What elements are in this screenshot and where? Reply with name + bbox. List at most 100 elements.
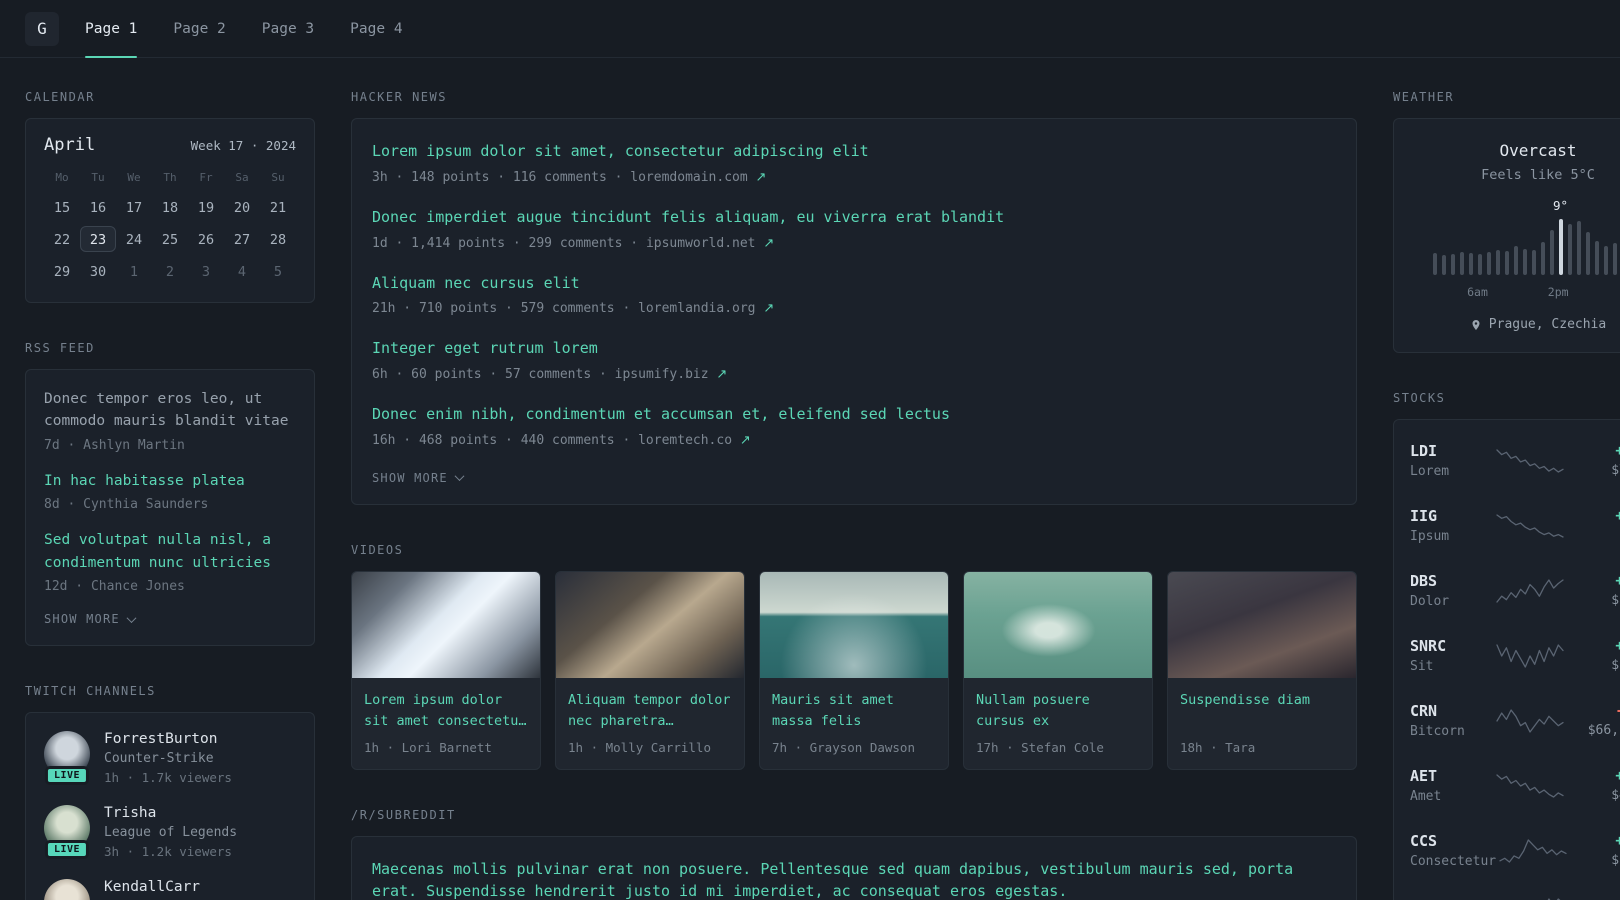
- stock-row[interactable]: AHS +0.46%: [1410, 883, 1620, 900]
- hn-item-title[interactable]: Lorem ipsum dolor sit amet, consectetur …: [372, 141, 1336, 163]
- external-link-icon[interactable]: ↗: [740, 433, 751, 448]
- weekday-label: Fr: [199, 171, 213, 184]
- hn-item-title[interactable]: Donec enim nibh, condimentum et accumsan…: [372, 404, 1336, 426]
- chevron-down-icon: [126, 612, 137, 623]
- video-thumbnail[interactable]: [556, 571, 744, 678]
- stock-name: Sit: [1410, 659, 1434, 674]
- calendar-day[interactable]: 24: [116, 226, 152, 252]
- tab-page-1[interactable]: Page 1: [85, 0, 138, 58]
- external-link-icon[interactable]: ↗: [763, 236, 774, 251]
- video-thumbnail[interactable]: [352, 571, 540, 678]
- stock-row[interactable]: IIG Ipsum +2.84% $42.04: [1410, 493, 1620, 558]
- subreddit-post-title[interactable]: Maecenas mollis pulvinar erat non posuer…: [372, 859, 1336, 900]
- twitch-channel-name[interactable]: ForrestBurton: [104, 731, 232, 747]
- twitch-channel-row: LIVE ForrestBurton Counter-Strike 1h · 1…: [44, 731, 296, 786]
- stock-name: Amet: [1410, 789, 1442, 804]
- hn-item-domain[interactable]: loremlandia.org: [638, 301, 755, 316]
- stock-row[interactable]: LDI Lorem +4.35% $795.18: [1410, 428, 1620, 493]
- calendar-day[interactable]: 28: [260, 226, 296, 252]
- calendar-day[interactable]: 2: [152, 258, 188, 284]
- stock-row[interactable]: DBS Dolor +1.42% $156.28: [1410, 558, 1620, 623]
- calendar-day[interactable]: 21: [260, 194, 296, 220]
- video-thumbnail[interactable]: [1168, 571, 1356, 678]
- calendar-day[interactable]: 30: [80, 258, 116, 284]
- hn-item-title[interactable]: Aliquam nec cursus elit: [372, 273, 1336, 295]
- tab-page-4[interactable]: Page 4: [350, 0, 402, 57]
- video-title[interactable]: Mauris sit amet massa felis: [772, 690, 936, 732]
- video-title[interactable]: Lorem ipsum dolor sit amet consectetu…: [364, 690, 528, 732]
- calendar-day[interactable]: 27: [224, 226, 260, 252]
- rss-show-more-button[interactable]: SHOW MORE: [44, 612, 137, 626]
- hn-item-meta: 3h · 148 points · 116 comments · loremdo…: [372, 170, 1336, 185]
- rss-item-title[interactable]: Sed volutpat nulla nisl, a condimentum n…: [44, 529, 296, 574]
- twitch-channel-meta: 3h · 1.2k viewers: [104, 844, 232, 860]
- calendar-day[interactable]: 29: [44, 258, 80, 284]
- video-card[interactable]: Aliquam tempor dolor nec pharetra… 1h · …: [555, 570, 745, 770]
- calendar-day[interactable]: 22: [44, 226, 80, 252]
- video-title[interactable]: Suspendisse diam: [1180, 690, 1344, 732]
- calendar-day[interactable]: 4: [224, 258, 260, 284]
- twitch-channel-name[interactable]: KendallCarr: [104, 879, 200, 895]
- avatar[interactable]: [44, 879, 90, 900]
- weather-widget: Overcast Feels like 5°C 9° 6am 2pm 10pm …: [1393, 118, 1620, 353]
- stock-row[interactable]: SNRC Sit +1.36% $148.64: [1410, 623, 1620, 688]
- calendar-day[interactable]: 26: [188, 226, 224, 252]
- video-card[interactable]: Nullam posuere cursus ex 17h · Stefan Co…: [963, 570, 1153, 770]
- weather-time-label: 2pm: [1547, 285, 1569, 299]
- stock-change: +0.51%: [1615, 833, 1620, 849]
- stock-row[interactable]: AET Amet +0.92% $499.72: [1410, 753, 1620, 818]
- twitch-channel-meta: 1h · 1.7k viewers: [104, 770, 232, 786]
- video-title[interactable]: Nullam posuere cursus ex: [976, 690, 1140, 732]
- tab-page-2[interactable]: Page 2: [173, 0, 225, 57]
- rss-item-title[interactable]: Donec tempor eros leo, ut commodo mauris…: [44, 388, 296, 433]
- calendar-day[interactable]: 5: [260, 258, 296, 284]
- hn-item-title[interactable]: Integer eget rutrum lorem: [372, 338, 1336, 360]
- stock-row[interactable]: CCS Consectetur +0.51% $165.84: [1410, 818, 1620, 883]
- hn-show-more-button[interactable]: SHOW MORE: [372, 471, 465, 485]
- calendar-day[interactable]: 18: [152, 194, 188, 220]
- hn-item-title[interactable]: Donec imperdiet augue tincidunt felis al…: [372, 207, 1336, 229]
- calendar-day[interactable]: 25: [152, 226, 188, 252]
- weather-hour-bar: [1585, 232, 1590, 275]
- video-title[interactable]: Aliquam tempor dolor nec pharetra…: [568, 690, 732, 732]
- external-link-icon[interactable]: ↗: [763, 301, 774, 316]
- video-card[interactable]: Lorem ipsum dolor sit amet consectetu… 1…: [351, 570, 541, 770]
- video-card[interactable]: Mauris sit amet massa felis 7h · Grayson…: [759, 570, 949, 770]
- calendar-day[interactable]: 1: [116, 258, 152, 284]
- calendar-day[interactable]: 15: [44, 194, 80, 220]
- calendar-day[interactable]: 23: [80, 226, 116, 252]
- weather-hour-bar: [1468, 253, 1473, 275]
- weather-location-row: Prague, Czechia: [1412, 317, 1620, 332]
- hn-item-domain[interactable]: loremdomain.com: [630, 170, 747, 185]
- calendar-day[interactable]: 16: [80, 194, 116, 220]
- video-card[interactable]: Suspendisse diam 18h · Tara: [1167, 570, 1357, 770]
- calendar-day[interactable]: 3: [188, 258, 224, 284]
- stock-ticker: AET: [1410, 767, 1438, 785]
- live-badge: LIVE: [44, 766, 90, 786]
- calendar-day[interactable]: 19: [188, 194, 224, 220]
- weather-hour-bar: [1432, 253, 1437, 275]
- app-logo[interactable]: G: [25, 11, 59, 46]
- weather-hour-bar: [1450, 254, 1455, 275]
- hn-item-domain[interactable]: ipsumworld.net: [646, 236, 756, 251]
- stock-change: +2.84%: [1615, 508, 1620, 524]
- external-link-icon[interactable]: ↗: [756, 170, 767, 185]
- stocks-widget: LDI Lorem +4.35% $795.18 IIG Ipsum +2.84…: [1393, 419, 1620, 900]
- subreddit-widget: Maecenas mollis pulvinar erat non posuer…: [351, 835, 1357, 900]
- rss-item-title[interactable]: In hac habitasse platea: [44, 470, 296, 492]
- twitch-channel-name[interactable]: Trisha: [104, 805, 237, 821]
- video-thumbnail[interactable]: [760, 571, 948, 678]
- stock-sparkline: [1493, 643, 1567, 669]
- hn-item-domain[interactable]: ipsumify.biz: [615, 367, 709, 382]
- subreddit-post: Maecenas mollis pulvinar erat non posuer…: [372, 859, 1336, 900]
- hn-item-domain[interactable]: loremtech.co: [638, 433, 732, 448]
- calendar-day[interactable]: 20: [224, 194, 260, 220]
- video-thumbnail[interactable]: [964, 571, 1152, 678]
- weather-feels-like: Feels like 5°C: [1481, 167, 1595, 183]
- dashboard-content: CALENDAR April Week 17 · 2024 Mo Tu We T…: [0, 58, 1620, 900]
- calendar-day[interactable]: 17: [116, 194, 152, 220]
- stock-row[interactable]: CRN Bitcorn -1.00% $66,171.48: [1410, 688, 1620, 753]
- tab-page-3[interactable]: Page 3: [262, 0, 314, 57]
- external-link-icon[interactable]: ↗: [716, 367, 727, 382]
- calendar-section-title: CALENDAR: [25, 90, 95, 104]
